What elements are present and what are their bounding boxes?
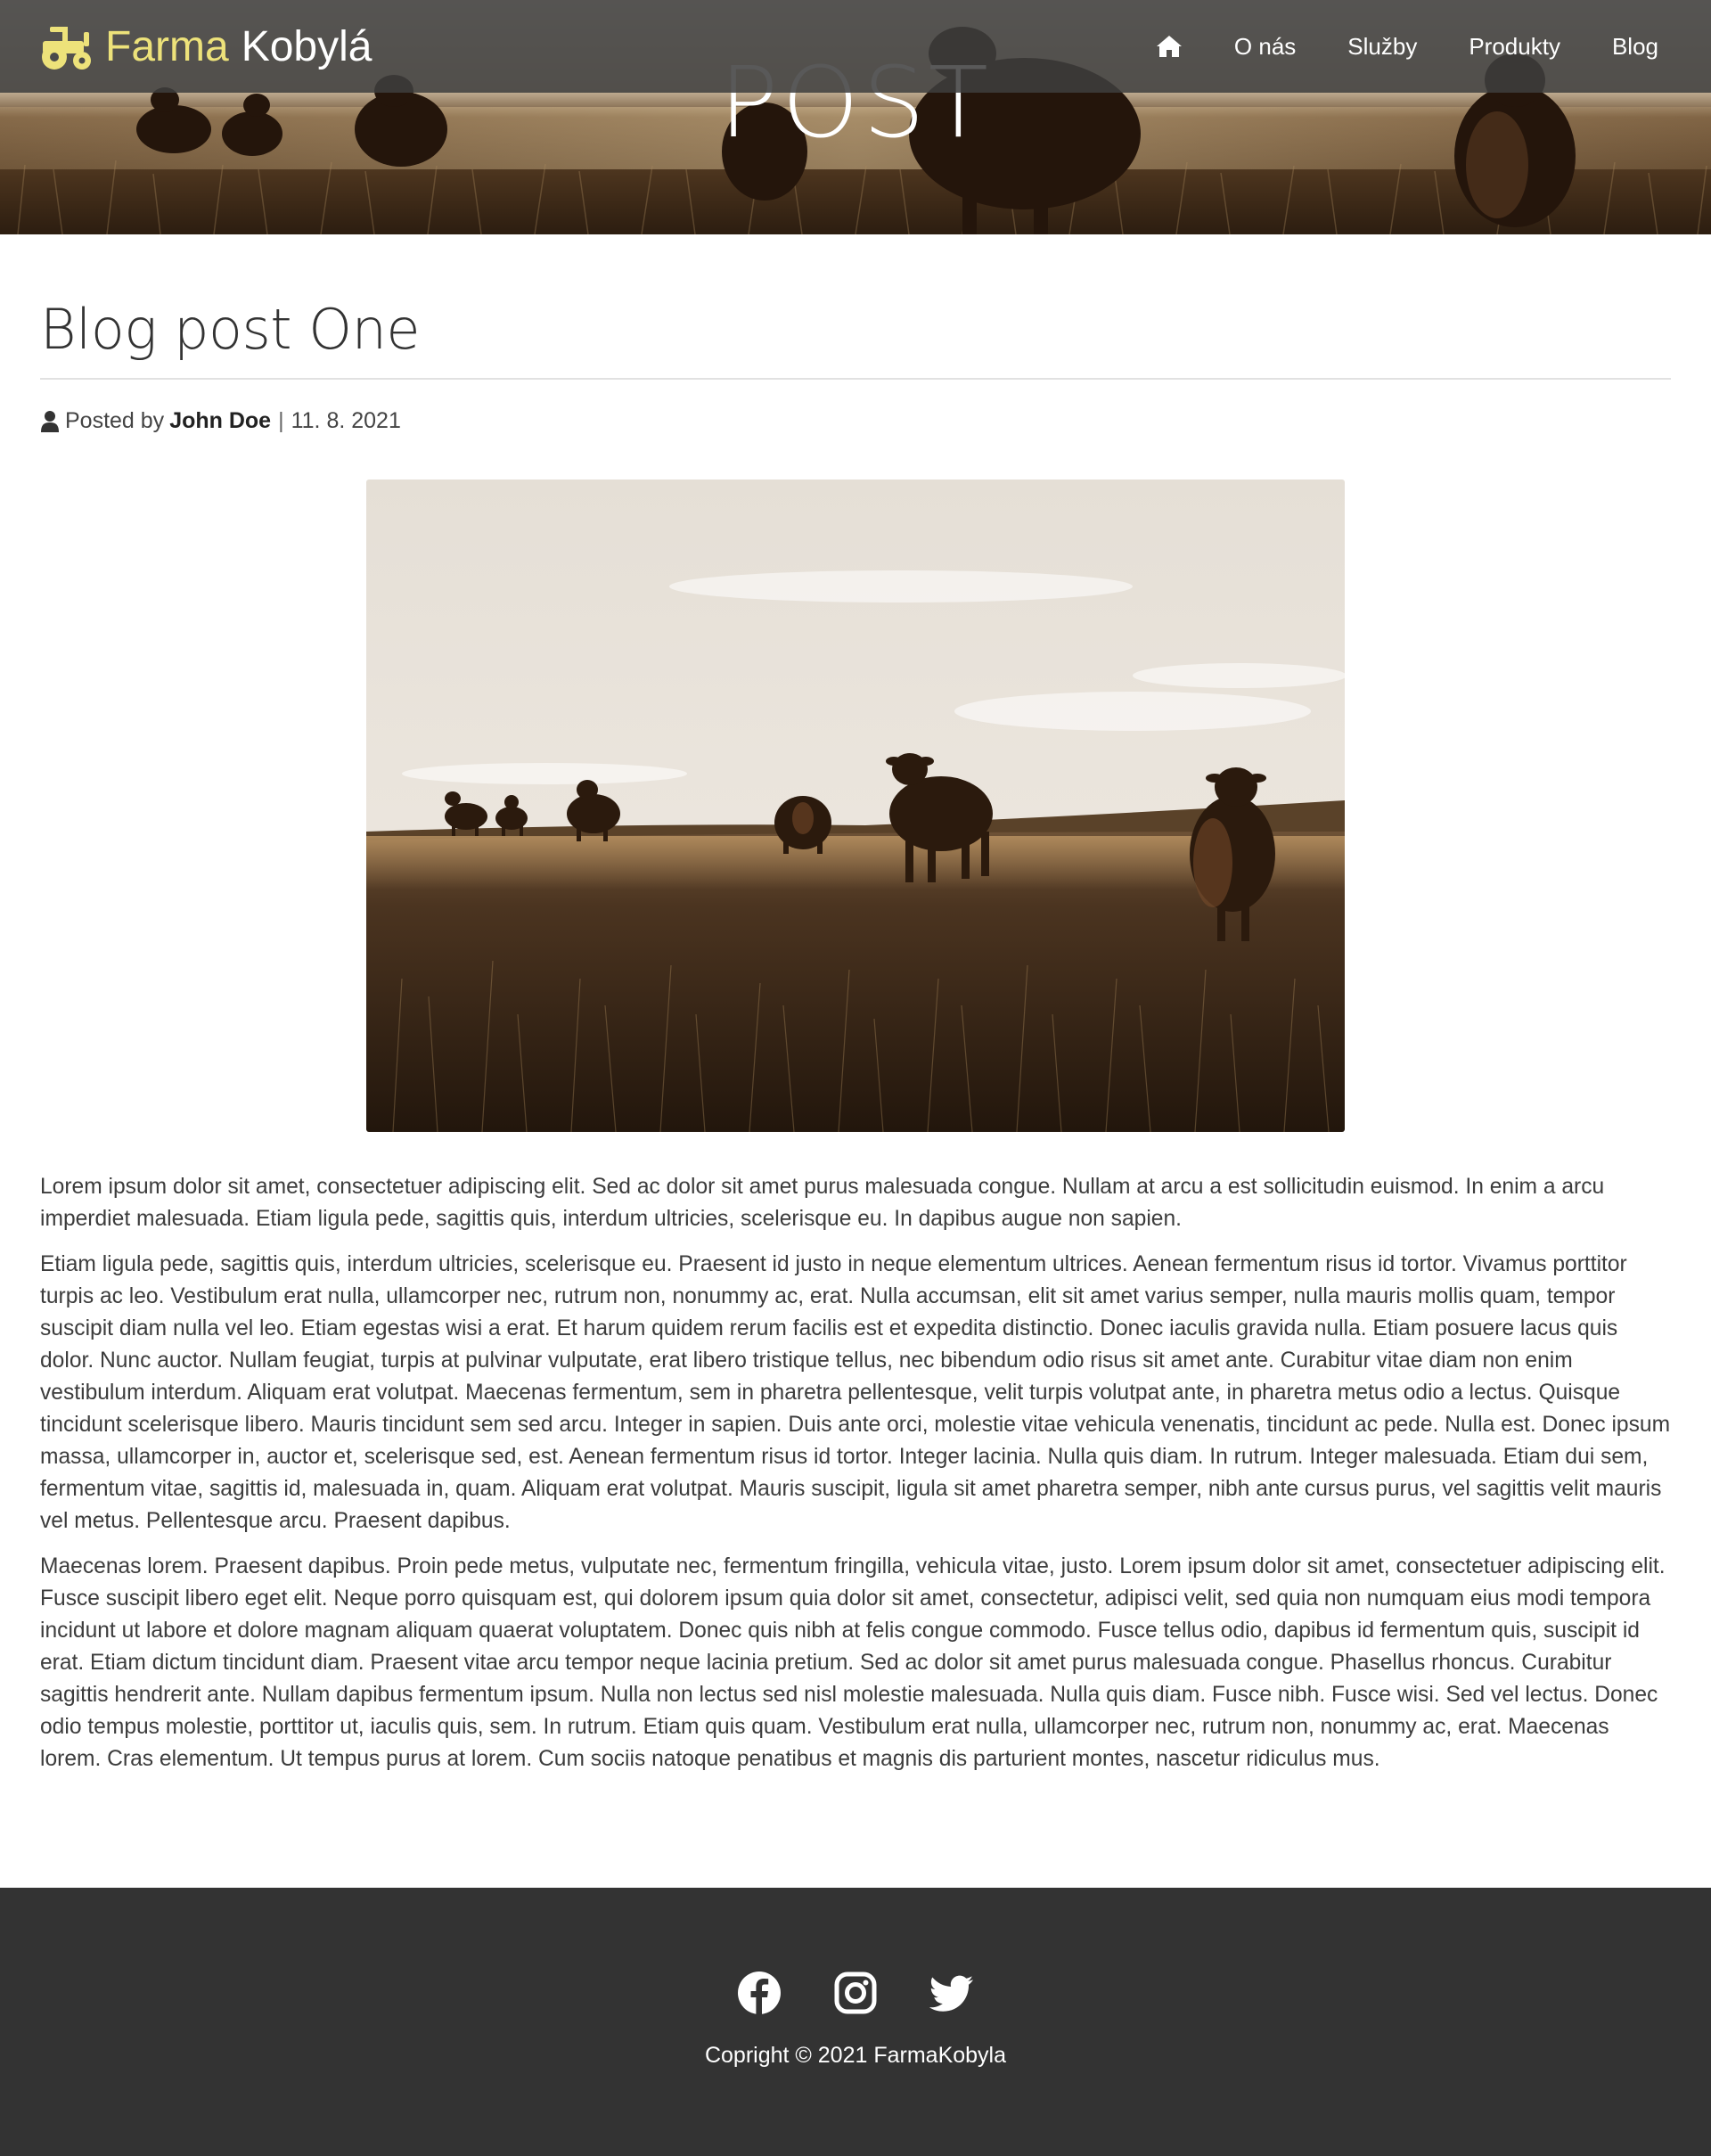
post-paragraph: Etiam ligula pede, sagittis quis, interd… [40, 1252, 1671, 1533]
nav-item-o-nas[interactable]: O nás [1208, 0, 1322, 93]
navbar: Farma Kobylá O nás Služby Produkty Blog [0, 0, 1711, 93]
footer: Copright © 2021 FarmaKobyla [0, 1888, 1711, 2156]
nav-item-home[interactable] [1130, 0, 1208, 93]
user-icon [41, 410, 59, 432]
title-divider [40, 378, 1671, 380]
instagram-icon[interactable] [832, 1970, 879, 2016]
post-title: Blog post One [40, 297, 421, 362]
facebook-icon[interactable] [736, 1970, 782, 2016]
post-body: Lorem ipsum dolor sit amet, consectetuer… [40, 1171, 1675, 1789]
brand-word-kobyla: Kobylá [241, 23, 372, 70]
cows-in-field-image [366, 480, 1345, 1132]
post-author: John Doe [169, 408, 272, 433]
nav-item-sluzby[interactable]: Služby [1322, 0, 1443, 93]
home-icon [1156, 36, 1182, 57]
copyright-text: Copright © 2021 FarmaKobyla [704, 2043, 1007, 2068]
twitter-icon[interactable] [929, 1970, 975, 2016]
post-meta: Posted by John Doe | 11. 8. 2021 [40, 408, 401, 434]
nav-links: O nás Služby Produkty Blog [1130, 0, 1684, 93]
social-links [0, 1970, 1711, 2016]
post-date: 11. 8. 2021 [291, 408, 401, 433]
nav-item-blog[interactable]: Blog [1586, 0, 1684, 93]
post-image [366, 480, 1345, 1132]
meta-separator: | [278, 408, 284, 433]
post-paragraph: Lorem ipsum dolor sit amet, consectetuer… [40, 1175, 1605, 1231]
nav-item-produkty[interactable]: Produkty [1443, 0, 1586, 93]
post-paragraph: Maecenas lorem. Praesent dapibus. Proin … [40, 1554, 1666, 1771]
posted-by-label: Posted by [65, 408, 165, 433]
brand-word-farma: Farma [105, 23, 229, 70]
tractor-icon [42, 27, 91, 70]
brand-logo-link[interactable]: Farma Kobylá [39, 21, 372, 73]
